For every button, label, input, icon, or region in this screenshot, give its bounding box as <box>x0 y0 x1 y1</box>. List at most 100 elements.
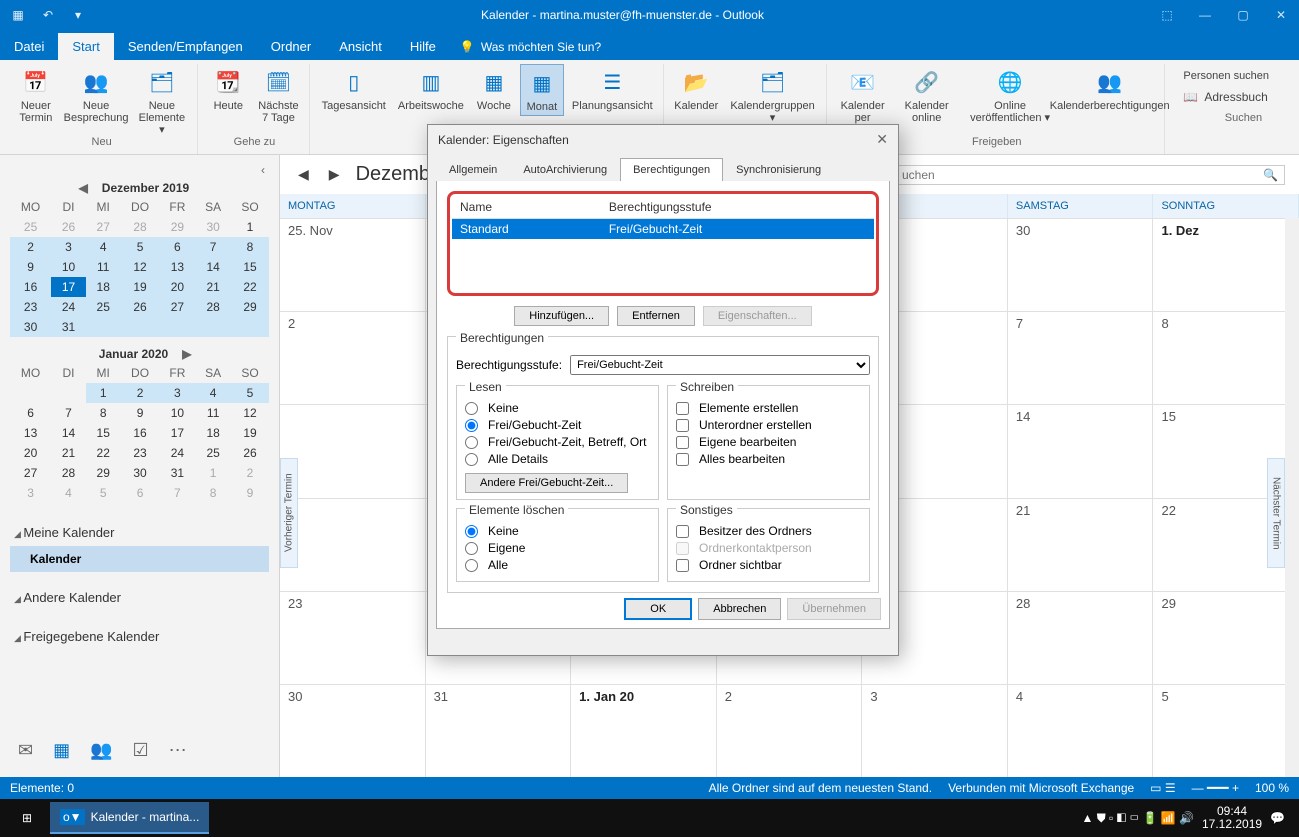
tab-start[interactable]: Start <box>58 33 113 60</box>
mini-calendar-jan[interactable]: ◀Januar 2020▶ MODIMIDOFRSASO123456789101… <box>10 345 269 503</box>
more-nav-icon[interactable]: ⋯ <box>169 740 187 761</box>
next-appointment-handle[interactable]: Nächster Termin <box>1267 458 1285 568</box>
next-period-icon[interactable]: ▶ <box>325 164 344 185</box>
tray-icons[interactable]: ▲ ⛊ ▫ ◧ ▭ 🔋 📶 🔊 <box>1081 811 1194 826</box>
tab-datei[interactable]: Datei <box>0 33 58 60</box>
tab-autoarchiv[interactable]: AutoArchivierung <box>510 158 620 181</box>
calendar-cell[interactable]: 1. Dez <box>1153 219 1299 311</box>
new-meeting-button[interactable]: 👥Neue Besprechung <box>64 64 129 126</box>
publish-online-button[interactable]: 🌐Online veröffentlichen ▾ <box>963 64 1057 126</box>
calendar-button[interactable]: 📂Kalender <box>672 64 721 114</box>
calendar-group-shared[interactable]: Freigegebene Kalender <box>10 623 269 650</box>
tasks-nav-icon[interactable]: ☑ <box>133 740 149 761</box>
today-button[interactable]: 📆Heute <box>206 64 250 114</box>
minimize-icon[interactable]: — <box>1195 5 1215 25</box>
write-subfolder-check[interactable] <box>676 419 689 432</box>
calendar-item-kalender[interactable]: Kalender <box>10 546 269 572</box>
day-view-button[interactable]: ▯Tagesansicht <box>318 64 390 114</box>
ok-button[interactable]: OK <box>624 598 692 620</box>
tab-ansicht[interactable]: Ansicht <box>325 33 396 60</box>
search-people[interactable]: Personen suchen <box>1181 68 1299 84</box>
week-view-button[interactable]: ▦Woche <box>472 64 516 114</box>
tab-berechtigungen[interactable]: Berechtigungen <box>620 158 723 181</box>
people-nav-icon[interactable]: 👥 <box>90 740 112 761</box>
calendar-cell[interactable]: 2 <box>280 312 426 404</box>
calendar-cell[interactable]: 30 <box>1008 219 1154 311</box>
remove-button[interactable]: Entfernen <box>617 306 695 326</box>
scrollbar[interactable] <box>1285 218 1299 777</box>
qat-dropdown-icon[interactable]: ▾ <box>68 5 88 25</box>
mini-calendar-dec[interactable]: ◀Dezember 2019▶ MODIMIDOFRSASO2526272829… <box>10 179 269 337</box>
table-row[interactable]: StandardFrei/Gebucht-Zeit <box>452 219 874 240</box>
calendar-cell[interactable]: 2 <box>717 685 863 777</box>
ribbon-options-icon[interactable]: ⬚ <box>1157 5 1177 25</box>
calendar-group-mine[interactable]: Meine Kalender <box>10 519 269 546</box>
other-freebusy-button[interactable]: Andere Frei/Gebucht-Zeit... <box>465 473 628 493</box>
prev-period-icon[interactable]: ◀ <box>294 164 313 185</box>
read-all-radio[interactable] <box>465 453 478 466</box>
calendar-cell[interactable]: 14 <box>1008 405 1154 497</box>
prev-month-icon[interactable]: ◀ <box>73 181 94 195</box>
calendar-group-other[interactable]: Andere Kalender <box>10 584 269 611</box>
dialog-close-icon[interactable]: ✕ <box>876 131 888 148</box>
apply-button[interactable]: Übernehmen <box>787 598 881 620</box>
calendar-cell[interactable]: 1. Jan 20 <box>571 685 717 777</box>
calendar-cell[interactable]: 23 <box>280 592 426 684</box>
share-calendar-button[interactable]: 📧Kalender per <box>835 64 890 126</box>
calendar-cell[interactable]: 25. Nov <box>280 219 426 311</box>
calendar-permissions-button[interactable]: 👥Kalenderberechtigungen <box>1061 64 1159 114</box>
calendar-cell[interactable]: 8 <box>1153 312 1299 404</box>
address-book[interactable]: 📖Adressbuch <box>1181 88 1299 106</box>
tab-allgemein[interactable]: Allgemein <box>436 158 510 181</box>
calendar-groups-button[interactable]: 🗂Kalendergruppen ▾ <box>725 64 820 126</box>
del-own-radio[interactable] <box>465 542 478 555</box>
next7-button[interactable]: 🗓Nächste 7 Tage <box>254 64 302 126</box>
search-icon[interactable]: 🔍 <box>1263 168 1278 182</box>
properties-button[interactable]: Eigenschaften... <box>703 306 812 326</box>
calendar-cell[interactable]: 3 <box>862 685 1008 777</box>
notifications-icon[interactable]: 💬 <box>1270 811 1285 825</box>
permissions-table[interactable]: NameBerechtigungsstufe StandardFrei/Gebu… <box>447 191 879 296</box>
calendar-cell[interactable]: 30 <box>280 685 426 777</box>
write-create-check[interactable] <box>676 402 689 415</box>
new-items-button[interactable]: 🗂Neue Elemente ▾ <box>132 64 191 138</box>
calendar-search[interactable]: 🔍 <box>895 165 1285 185</box>
calendar-cell[interactable]: 7 <box>1008 312 1154 404</box>
view-buttons[interactable]: ▭ ☰ <box>1150 781 1175 795</box>
mail-icon[interactable]: ✉ <box>18 740 33 761</box>
tab-senden[interactable]: Senden/Empfangen <box>114 33 257 60</box>
calendar-nav-icon[interactable]: ▦ <box>53 740 70 761</box>
tab-hilfe[interactable]: Hilfe <box>396 33 450 60</box>
write-own-check[interactable] <box>676 436 689 449</box>
write-all-check[interactable] <box>676 453 689 466</box>
share-online-button[interactable]: 🔗Kalender online <box>894 64 959 126</box>
calendar-cell[interactable]: 21 <box>1008 499 1154 591</box>
next-month-icon[interactable]: ▶ <box>176 347 197 361</box>
collapse-sidebar-icon[interactable]: ‹ <box>10 161 269 179</box>
read-freebusy-subj-radio[interactable] <box>465 436 478 449</box>
calendar-cell[interactable] <box>280 405 426 497</box>
visible-check[interactable] <box>676 559 689 572</box>
new-appointment-button[interactable]: 📅Neuer Termin <box>12 64 60 126</box>
tab-sync[interactable]: Synchronisierung <box>723 158 834 181</box>
tell-me[interactable]: 💡Was möchten Sie tun? <box>450 34 611 60</box>
owner-check[interactable] <box>676 525 689 538</box>
del-all-radio[interactable] <box>465 559 478 572</box>
del-none-radio[interactable] <box>465 525 478 538</box>
search-input[interactable] <box>902 168 1263 182</box>
add-button[interactable]: Hinzufügen... <box>514 306 609 326</box>
calendar-cell[interactable]: 5 <box>1153 685 1299 777</box>
read-none-radio[interactable] <box>465 402 478 415</box>
calendar-cell[interactable]: 31 <box>426 685 572 777</box>
undo-icon[interactable]: ↶ <box>38 5 58 25</box>
workweek-view-button[interactable]: ▥Arbeitswoche <box>394 64 468 114</box>
permission-level-select[interactable]: Frei/Gebucht-Zeit <box>570 355 870 375</box>
schedule-view-button[interactable]: ☰Planungsansicht <box>568 64 657 114</box>
month-view-button[interactable]: ▦Monat <box>520 64 564 116</box>
close-icon[interactable]: ✕ <box>1271 5 1291 25</box>
calendar-cell[interactable]: 29 <box>1153 592 1299 684</box>
calendar-cell[interactable] <box>280 499 426 591</box>
calendar-cell[interactable]: 28 <box>1008 592 1154 684</box>
cancel-button[interactable]: Abbrechen <box>698 598 781 620</box>
calendar-cell[interactable]: 4 <box>1008 685 1154 777</box>
